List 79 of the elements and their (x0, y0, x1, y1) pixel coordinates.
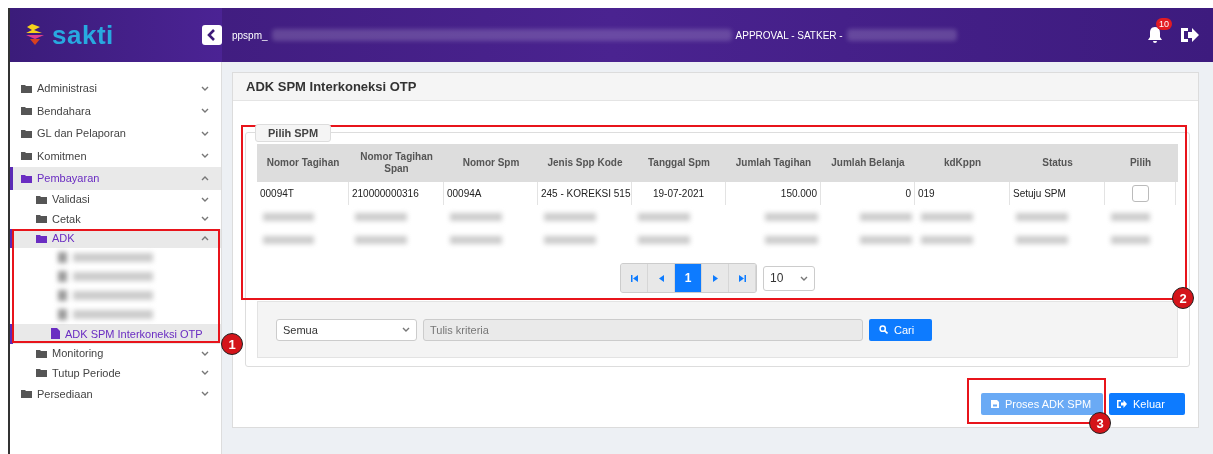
folder-icon (21, 173, 32, 183)
folder-icon (36, 368, 47, 378)
column-header: Jumlah Tagihan (734, 156, 813, 170)
chevron-down-icon (201, 196, 209, 202)
folder-icon (21, 106, 32, 116)
column-header: Nomor Tagihan (265, 156, 341, 170)
table-cell: 00094A (444, 182, 538, 205)
table-cell: 245 - KOREKSI 515 (538, 182, 632, 205)
sidebar-item[interactable]: Validasi (10, 189, 221, 209)
column-header: Status (1041, 156, 1074, 170)
table-cell: 150.000 (726, 182, 821, 205)
sidebar-item[interactable]: GL dan Pelaporan (10, 122, 221, 145)
sidebar-item[interactable]: Tutup Periode (10, 363, 221, 383)
bell-icon[interactable] (1145, 25, 1165, 45)
notification-badge: 10 (1156, 18, 1172, 30)
chevron-down-icon (201, 153, 209, 159)
app-logo: sakti (52, 19, 114, 51)
table-cell: 210000000316 (349, 182, 444, 205)
folder-icon (36, 348, 47, 358)
chevron-down-icon (201, 370, 209, 376)
logo-icon (24, 23, 46, 47)
user-role: APPROVAL - SATKER - (735, 29, 843, 41)
column-header: Jenis Spp Kode (546, 156, 624, 170)
table-cell: 0 (821, 182, 915, 205)
chevron-down-icon (201, 216, 209, 222)
triangle-left-icon (658, 274, 664, 282)
filter-select[interactable]: Semua (276, 318, 417, 341)
exit-button[interactable]: Keluar (1109, 393, 1185, 415)
column-header: Nomor Tagihan Span (359, 150, 434, 176)
column-header: Pilih (1128, 156, 1153, 170)
column-header: Tanggal Spm (646, 156, 711, 170)
chevron-down-icon (201, 85, 209, 91)
page-title: ADK SPM Interkoneksi OTP (233, 73, 1198, 101)
chevron-left-icon (207, 29, 217, 41)
table-cell: 00094T (257, 182, 349, 205)
triangle-right-icon (712, 274, 718, 282)
column-header: Jumlah Belanja (830, 156, 906, 170)
chevron-up-icon (201, 175, 209, 181)
folder-icon (36, 194, 47, 204)
chevron-down-icon (201, 108, 209, 114)
chevron-down-icon (800, 275, 808, 281)
row-checkbox[interactable] (1131, 185, 1149, 202)
folder-icon (36, 233, 47, 243)
first-page-icon (630, 274, 638, 282)
sidebar-item[interactable]: Pembayaran (10, 167, 221, 190)
folder-icon (21, 151, 32, 161)
search-field[interactable]: Tulis kriteria (423, 318, 863, 341)
fieldset-legend: Pilih SPM (255, 124, 332, 142)
logout-icon[interactable] (1179, 26, 1199, 44)
last-page-icon (738, 274, 746, 282)
sidebar-item[interactable]: Administrasi (10, 77, 221, 100)
table-cell: Setuju SPM (1010, 182, 1105, 205)
logout-icon (1117, 400, 1127, 408)
user-name: ppspm_ (232, 29, 268, 41)
chevron-down-icon (201, 350, 209, 356)
chevron-up-icon (201, 235, 209, 241)
folder-icon (21, 83, 32, 93)
column-header: kdKppn (942, 156, 983, 170)
folder-icon (36, 214, 47, 224)
table-cell: 019 (915, 182, 1010, 205)
chevron-down-icon (402, 327, 410, 332)
folder-icon (21, 389, 32, 399)
sidebar-toggle-button[interactable] (202, 25, 222, 45)
column-header: Nomor Spm (461, 156, 521, 170)
chevron-down-icon (201, 130, 209, 136)
page-button[interactable]: 1 (675, 264, 702, 292)
sidebar-item[interactable]: Komitmen (10, 144, 221, 167)
sidebar-item[interactable]: Cetak (10, 209, 221, 229)
search-button[interactable]: Cari (869, 318, 932, 341)
table-cell: 19-07-2021 (632, 182, 726, 205)
sidebar-item[interactable]: Monitoring (10, 343, 221, 363)
sidebar-item[interactable]: Persediaan (10, 382, 221, 405)
search-icon (879, 325, 888, 334)
first-page-button[interactable] (621, 264, 648, 292)
page-size-select[interactable]: 10 (763, 265, 815, 291)
folder-icon (21, 128, 32, 138)
chevron-down-icon (201, 391, 209, 397)
document-icon (51, 328, 60, 340)
sidebar-item[interactable]: Bendahara (10, 99, 221, 122)
